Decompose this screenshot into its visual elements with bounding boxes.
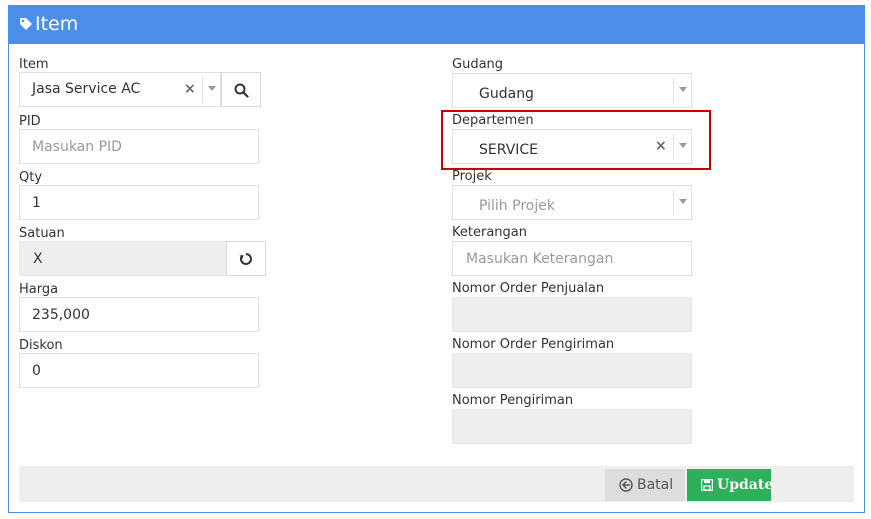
departemen-highlight: [441, 110, 711, 170]
projek-select-divider: [673, 190, 674, 216]
gudang-select[interactable]: Gudang: [452, 73, 692, 108]
batal-button[interactable]: Batal: [605, 469, 685, 501]
keterangan-placeholder: Masukan Keterangan: [466, 251, 614, 267]
harga-value: 235,000: [32, 307, 90, 323]
nomor-order-pengiriman-label: Nomor Order Pengiriman: [452, 337, 615, 352]
panel-title: Item: [35, 13, 79, 35]
item-select[interactable]: Jasa Service AC ×: [19, 72, 221, 107]
gudang-select-divider: [673, 78, 674, 104]
chevron-down-icon[interactable]: [679, 199, 687, 204]
item-select-divider: [202, 77, 203, 103]
chevron-down-icon[interactable]: [679, 87, 687, 92]
item-clear-icon[interactable]: ×: [184, 81, 196, 97]
harga-input[interactable]: 235,000: [19, 297, 259, 332]
update-button[interactable]: Update: [687, 469, 774, 501]
keterangan-label: Keterangan: [452, 225, 527, 240]
item-select-value: Jasa Service AC: [32, 81, 141, 97]
update-label: Update: [717, 477, 774, 493]
chevron-down-icon[interactable]: [208, 86, 216, 91]
item-label: Item: [19, 57, 49, 72]
pid-input[interactable]: Masukan PID: [19, 129, 259, 164]
batal-label: Batal: [637, 477, 674, 493]
projek-label: Projek: [452, 169, 492, 184]
harga-label: Harga: [19, 282, 59, 297]
satuan-label: Satuan: [19, 226, 65, 241]
nomor-pengiriman-label: Nomor Pengiriman: [452, 393, 574, 408]
projek-select[interactable]: Pilih Projek: [452, 185, 692, 220]
projek-placeholder: Pilih Projek: [479, 198, 555, 214]
diskon-label: Diskon: [19, 338, 63, 353]
pid-placeholder: Masukan PID: [32, 139, 122, 155]
nomor-order-penjualan-label: Nomor Order Penjualan: [452, 281, 605, 296]
nomor-pengiriman-input: [452, 409, 692, 444]
item-search-button[interactable]: [221, 72, 261, 107]
satuan-reset-button[interactable]: [226, 241, 266, 276]
pid-label: PID: [19, 114, 41, 129]
qty-label: Qty: [19, 170, 43, 185]
save-icon: [701, 479, 713, 491]
panel-header: Item: [9, 6, 864, 44]
tag-icon: [20, 18, 32, 30]
qty-input[interactable]: 1: [19, 185, 259, 220]
gudang-label: Gudang: [452, 57, 504, 72]
search-icon: [234, 83, 249, 98]
satuan-value: X: [33, 251, 43, 267]
nomor-order-penjualan-input: [452, 297, 692, 332]
keterangan-input[interactable]: Masukan Keterangan: [452, 241, 692, 276]
diskon-input[interactable]: 0: [19, 353, 259, 388]
gudang-value: Gudang: [479, 86, 534, 102]
satuan-input: X: [19, 241, 227, 276]
refresh-icon: [239, 253, 252, 265]
nomor-order-pengiriman-input: [452, 353, 692, 388]
diskon-value: 0: [32, 363, 41, 379]
circle-arrow-left-icon: [619, 478, 633, 492]
qty-value: 1: [32, 195, 41, 211]
